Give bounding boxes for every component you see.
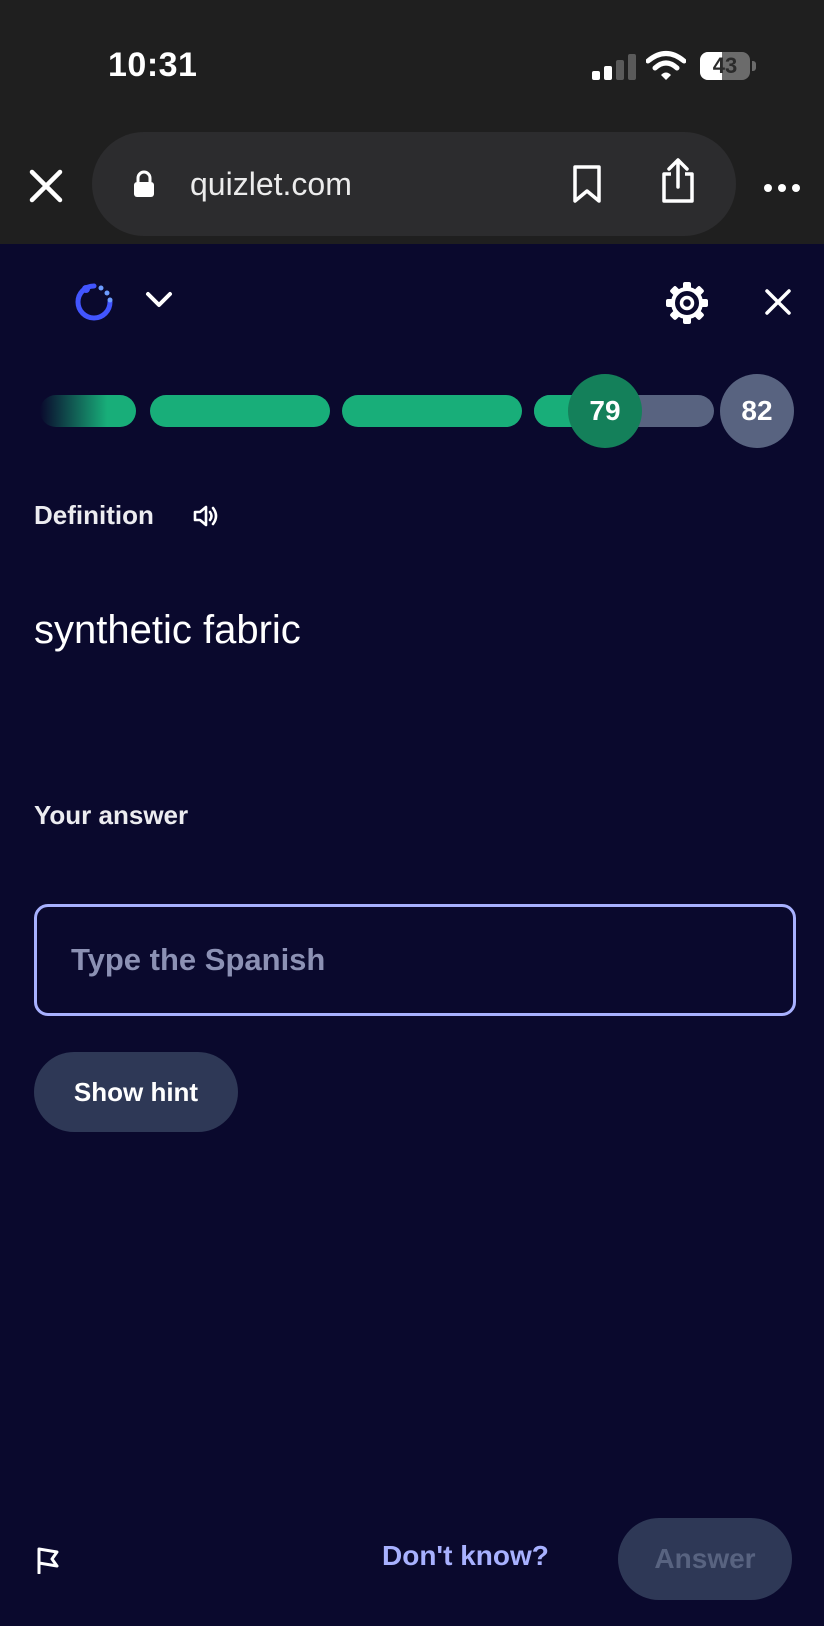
- learn-mode-icon[interactable]: [74, 282, 114, 322]
- close-icon[interactable]: [762, 286, 794, 318]
- question-type-label: Definition: [34, 500, 154, 530]
- share-icon[interactable]: [658, 158, 698, 204]
- battery-percent: 43: [712, 53, 738, 78]
- wifi-icon: [646, 51, 686, 80]
- battery-icon: 43: [700, 52, 756, 80]
- status-time: 10:31: [108, 46, 198, 84]
- progress-segment: [150, 395, 330, 427]
- settings-gear-icon[interactable]: [664, 280, 710, 326]
- show-hint-button[interactable]: Show hint: [34, 1052, 238, 1132]
- bookmark-icon[interactable]: [570, 164, 604, 204]
- answer-input[interactable]: [34, 904, 796, 1016]
- progress-bar: 79 82: [0, 370, 824, 454]
- url-text: quizlet.com: [190, 166, 352, 202]
- chevron-down-icon[interactable]: [144, 288, 174, 312]
- question-text: synthetic fabric: [34, 608, 301, 652]
- total-progress-badge: 82: [720, 374, 794, 448]
- address-bar[interactable]: quizlet.com: [92, 132, 736, 236]
- browser-toolbar: quizlet.com: [0, 130, 824, 244]
- answer-button[interactable]: Answer: [618, 1518, 792, 1600]
- flag-report-icon[interactable]: [36, 1546, 62, 1574]
- cellular-signal-icon: [592, 54, 636, 80]
- current-progress-badge: 79: [568, 374, 642, 448]
- lock-icon: [134, 170, 154, 197]
- progress-segment: [40, 395, 136, 427]
- status-bar: 10:31 43: [0, 0, 824, 130]
- answer-label: Your answer: [34, 800, 189, 830]
- speaker-audio-icon[interactable]: [192, 502, 220, 530]
- dont-know-link[interactable]: Don't know?: [382, 1540, 549, 1572]
- progress-segment: [342, 395, 522, 427]
- more-options-icon[interactable]: [762, 182, 802, 194]
- browser-close-icon[interactable]: [26, 166, 66, 206]
